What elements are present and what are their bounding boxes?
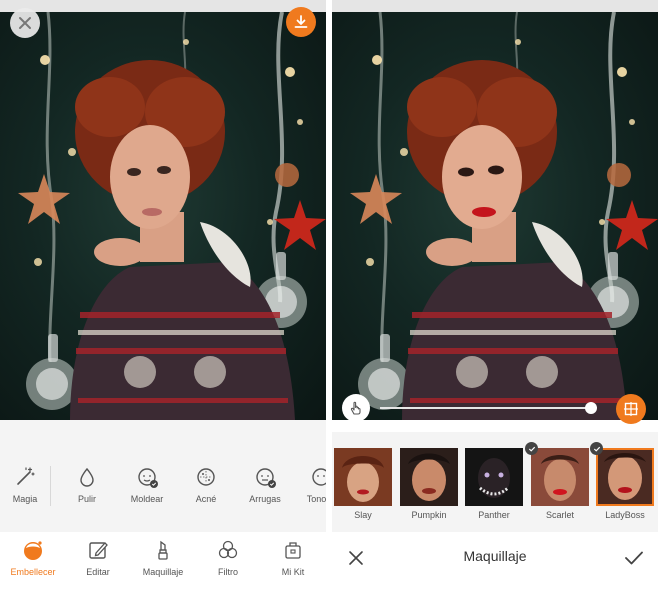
tool-label: Tono D: [306, 494, 326, 504]
tool-label: Moldear: [130, 494, 164, 504]
status-bar: [0, 0, 326, 12]
edit-pencil-icon: [86, 538, 110, 562]
compare-split-icon: [624, 402, 638, 416]
makeup-action-bar: Maquillaje: [332, 532, 658, 592]
hand-touch-icon: [350, 401, 361, 415]
tool-moldear[interactable]: Moldear: [116, 464, 178, 504]
preset-label: LadyBoss: [605, 510, 645, 520]
nav-label: Maquillaje: [142, 567, 184, 577]
nav-label: Embellecer: [10, 567, 56, 577]
photo-canvas-makeup[interactable]: [332, 12, 658, 420]
tool-tono[interactable]: Tono D: [290, 464, 326, 504]
nav-filtro[interactable]: Filtro: [197, 538, 259, 577]
face-shape-icon: [134, 464, 160, 490]
skin-tone-icon: [308, 464, 326, 490]
makeup-presets-strip: Slay Pumpkin Panther Scarlet LadyBoss: [332, 432, 658, 532]
editor-after-panel: Slay Pumpkin Panther Scarlet LadyBoss Ma…: [332, 0, 658, 592]
nav-label: Editar: [86, 567, 110, 577]
close-button[interactable]: [10, 8, 40, 38]
portrait-photo: [18, 12, 326, 420]
preset-label: Slay: [354, 510, 372, 520]
editor-before-panel: Magia Pulir Moldear Acné Arrugas Tono Em…: [0, 0, 326, 592]
nav-editar[interactable]: Editar: [67, 538, 129, 577]
nav-label: Filtro: [218, 567, 238, 577]
screen-title: Maquillaje: [463, 548, 527, 564]
compare-button[interactable]: [616, 394, 646, 424]
preset-label: Panther: [478, 510, 510, 520]
drop-icon: [74, 464, 100, 490]
tool-magia[interactable]: Magia: [0, 464, 56, 504]
photo-canvas[interactable]: [0, 12, 326, 420]
applied-check-icon: [525, 442, 538, 455]
preset-thumbnail: [400, 448, 458, 506]
magic-wand-icon: [12, 464, 38, 490]
checkmark-icon: [625, 551, 643, 565]
applied-check-icon: [590, 442, 603, 455]
preset-pumpkin[interactable]: Pumpkin: [400, 448, 458, 520]
preset-ladyboss[interactable]: LadyBoss: [590, 442, 654, 520]
nav-label: Mi Kit: [281, 567, 305, 577]
intensity-slider-row: [332, 394, 658, 424]
intensity-slider-thumb[interactable]: [585, 402, 598, 414]
beautify-tools-panel: Magia Pulir Moldear Acné Arrugas Tono: [0, 420, 326, 532]
nav-maquillaje[interactable]: Maquillaje: [132, 538, 194, 577]
tool-label: Magia: [12, 494, 38, 504]
download-button[interactable]: [286, 7, 316, 37]
preset-label: Scarlet: [545, 510, 574, 520]
tool-row: Magia Pulir Moldear Acné Arrugas Tono: [0, 464, 326, 534]
preset-thumbnail: [334, 448, 392, 506]
intensity-slider-track[interactable]: [380, 407, 590, 409]
acne-face-icon: [193, 464, 219, 490]
preset-thumbnail: [465, 448, 523, 506]
preset-scarlet[interactable]: Scarlet: [525, 442, 589, 520]
beautify-face-icon: [21, 538, 45, 562]
preset-label: Pumpkin: [411, 510, 447, 520]
preset-slay[interactable]: Slay: [334, 448, 392, 520]
bottom-nav: Embellecer Editar Maquillaje Filtro Mi K…: [0, 532, 326, 592]
tool-arrugas[interactable]: Arrugas: [234, 464, 296, 504]
lipstick-icon: [151, 538, 175, 562]
touch-brush-button[interactable]: [342, 394, 370, 422]
nav-mi-kit[interactable]: Mi Kit: [262, 538, 324, 577]
preset-thumbnail: [531, 448, 589, 506]
wrinkles-face-icon: [252, 464, 278, 490]
cancel-button[interactable]: [344, 546, 368, 570]
preset-panther[interactable]: Panther: [465, 448, 523, 520]
download-icon: [294, 15, 308, 28]
tool-label: Acné: [195, 494, 217, 504]
close-icon: [349, 551, 363, 565]
apply-button[interactable]: [622, 546, 646, 570]
preset-thumbnail: [596, 448, 654, 506]
tool-acne[interactable]: Acné: [175, 464, 237, 504]
kit-box-icon: [281, 538, 305, 562]
portrait-photo-makeup: [350, 12, 658, 420]
status-bar: [332, 0, 658, 12]
close-icon: [19, 17, 31, 29]
filter-circles-icon: [216, 538, 240, 562]
nav-embellecer[interactable]: Embellecer: [2, 538, 64, 577]
tool-pulir[interactable]: Pulir: [56, 464, 118, 504]
tool-label: Pulir: [77, 494, 96, 504]
tool-label: Arrugas: [249, 494, 281, 504]
